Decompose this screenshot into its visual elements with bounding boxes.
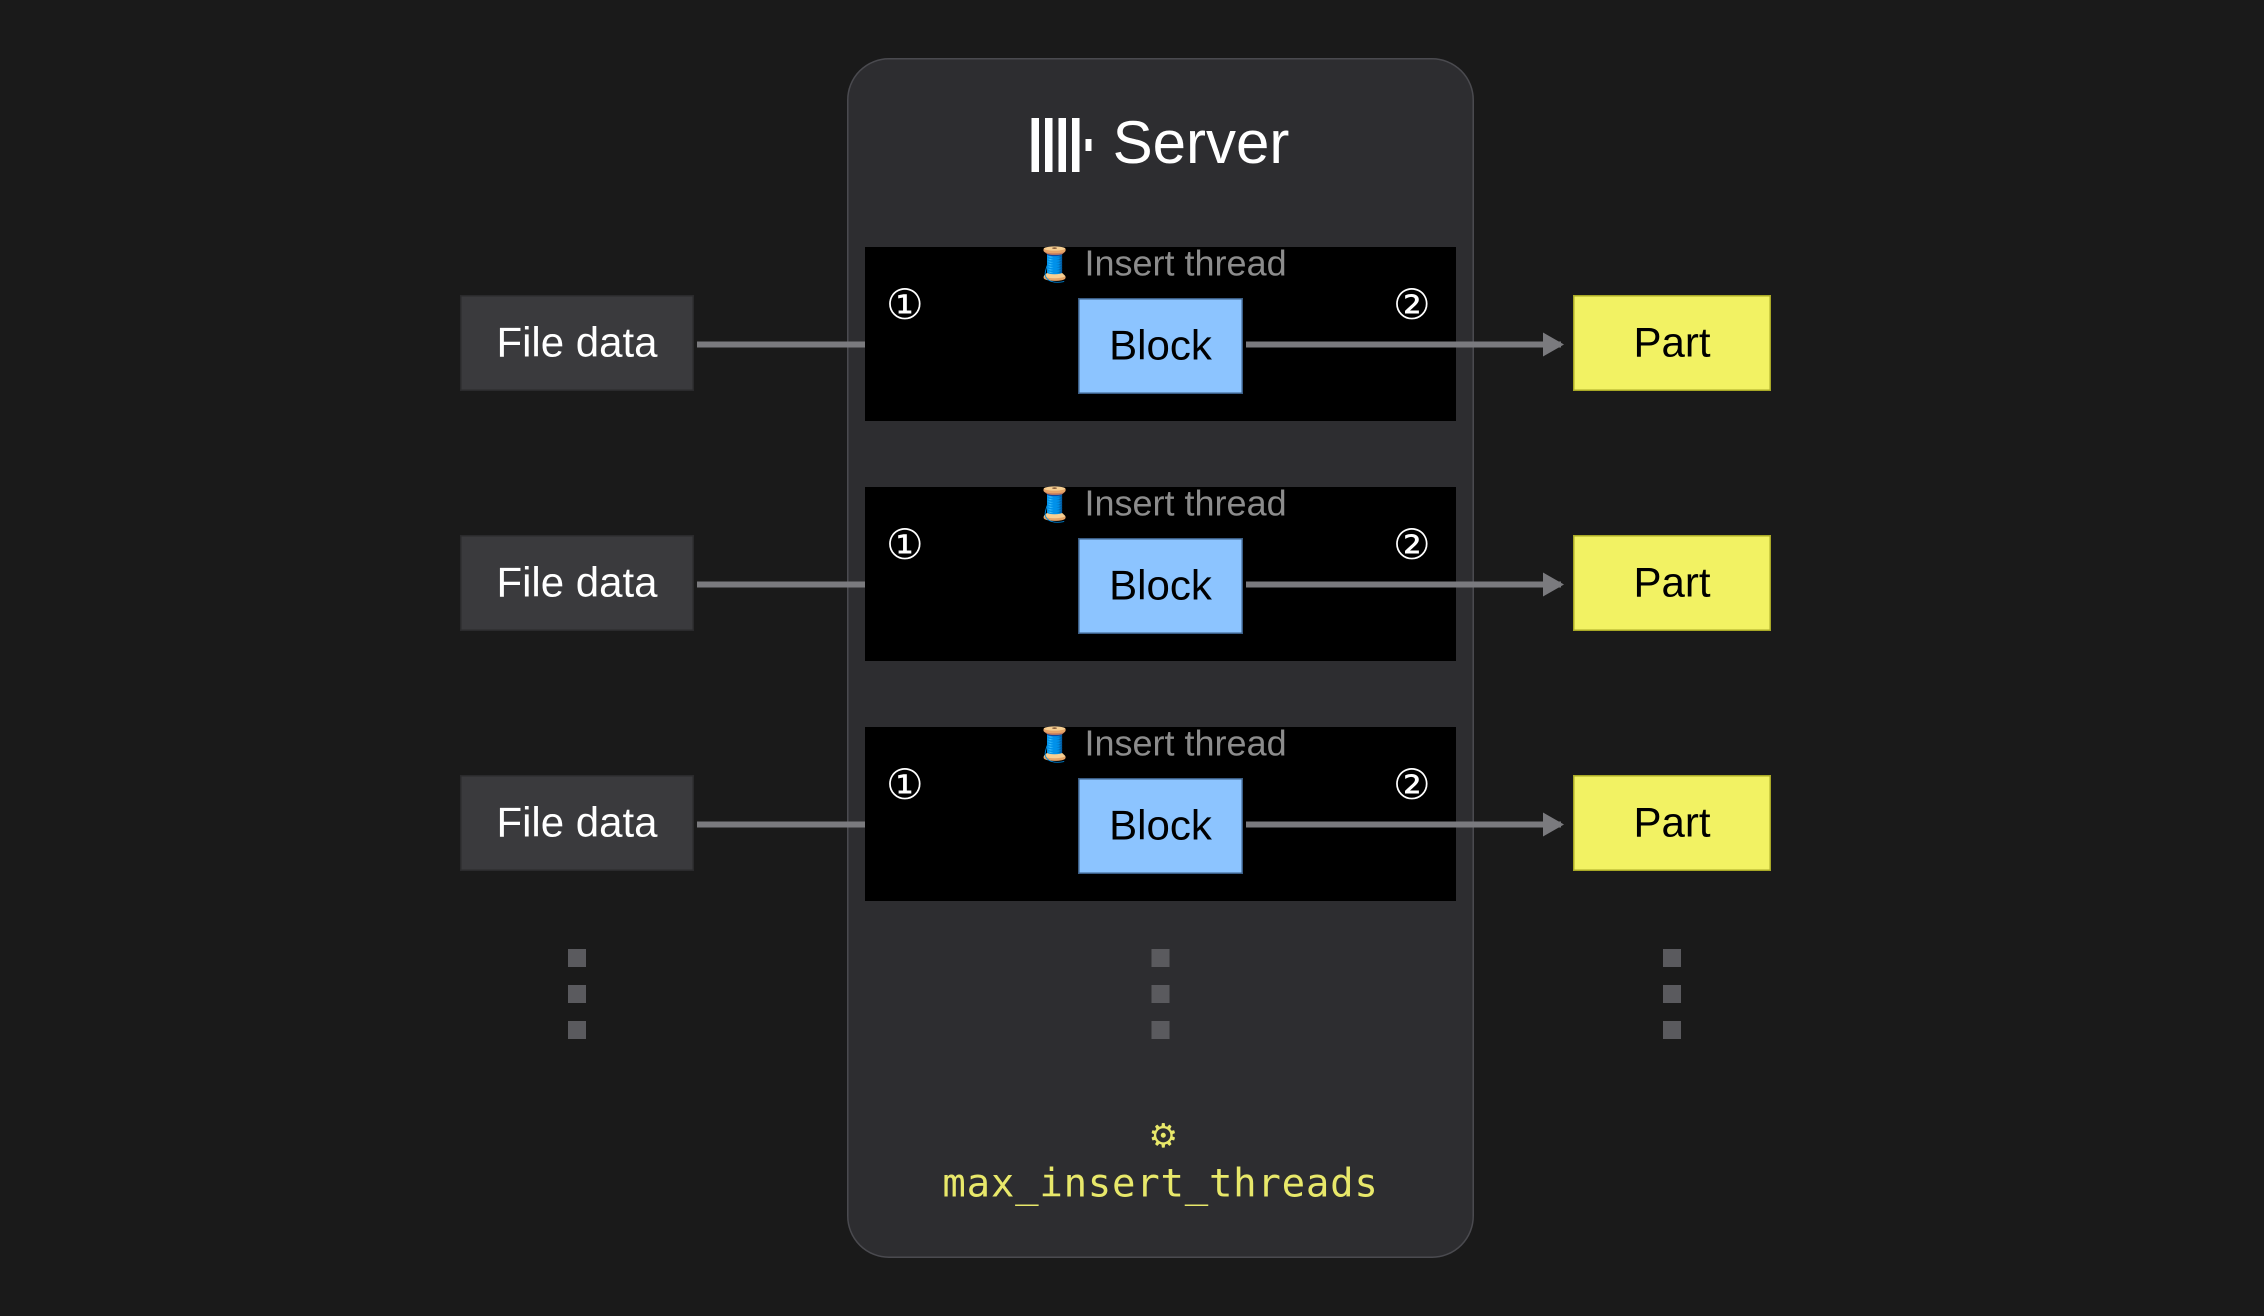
thread-label: Insert thread (1084, 484, 1286, 526)
step-1-marker: ① (886, 280, 924, 330)
file-data-box: File data (460, 295, 694, 391)
step-1-marker: ① (886, 760, 924, 810)
thread-spool-icon: 🧵 (1034, 486, 1075, 525)
arrow-block-to-part (1246, 342, 1561, 348)
ellipsis-vertical-icon (568, 949, 586, 1039)
thread-header: 🧵 Insert thread (865, 724, 1456, 766)
block-box: Block (1078, 778, 1243, 874)
diagram-canvas: Server File data 🧵 Insert thread Block ①… (37, 43, 2227, 1273)
file-data-box: File data (460, 775, 694, 871)
step-1-marker: ① (886, 520, 924, 570)
block-label: Block (1109, 802, 1212, 850)
part-label: Part (1633, 319, 1710, 367)
part-label: Part (1633, 559, 1710, 607)
file-data-label: File data (496, 799, 657, 847)
clickhouse-logo-icon (1032, 117, 1092, 171)
part-box: Part (1573, 535, 1771, 631)
ellipsis-vertical-icon (1663, 949, 1681, 1039)
insert-thread-slot: 🧵 Insert thread Block (865, 487, 1456, 661)
gear-icon: ⚙ (1149, 1117, 1179, 1156)
insert-thread-slot: 🧵 Insert thread Block (865, 727, 1456, 901)
thread-header: 🧵 Insert thread (865, 484, 1456, 526)
block-box: Block (1078, 538, 1243, 634)
setting-name: max_insert_threads (847, 1162, 1474, 1207)
arrow-block-to-part (1246, 582, 1561, 588)
part-box: Part (1573, 775, 1771, 871)
insert-thread-slot: 🧵 Insert thread Block (865, 247, 1456, 421)
file-data-box: File data (460, 535, 694, 631)
block-label: Block (1109, 322, 1212, 370)
file-data-label: File data (496, 559, 657, 607)
thread-spool-icon: 🧵 (1034, 726, 1075, 765)
step-2-marker: ② (1393, 760, 1431, 810)
thread-label: Insert thread (1084, 244, 1286, 286)
part-label: Part (1633, 799, 1710, 847)
step-2-marker: ② (1393, 280, 1431, 330)
arrow-block-to-part (1246, 822, 1561, 828)
ellipsis-vertical-icon (1152, 949, 1170, 1039)
server-title-text: Server (1113, 111, 1290, 179)
file-data-label: File data (496, 319, 657, 367)
block-box: Block (1078, 298, 1243, 394)
thread-header: 🧵 Insert thread (865, 244, 1456, 286)
part-box: Part (1573, 295, 1771, 391)
block-label: Block (1109, 562, 1212, 610)
thread-spool-icon: 🧵 (1034, 246, 1075, 285)
step-2-marker: ② (1393, 520, 1431, 570)
server-title: Server (849, 111, 1473, 179)
thread-label: Insert thread (1084, 724, 1286, 766)
